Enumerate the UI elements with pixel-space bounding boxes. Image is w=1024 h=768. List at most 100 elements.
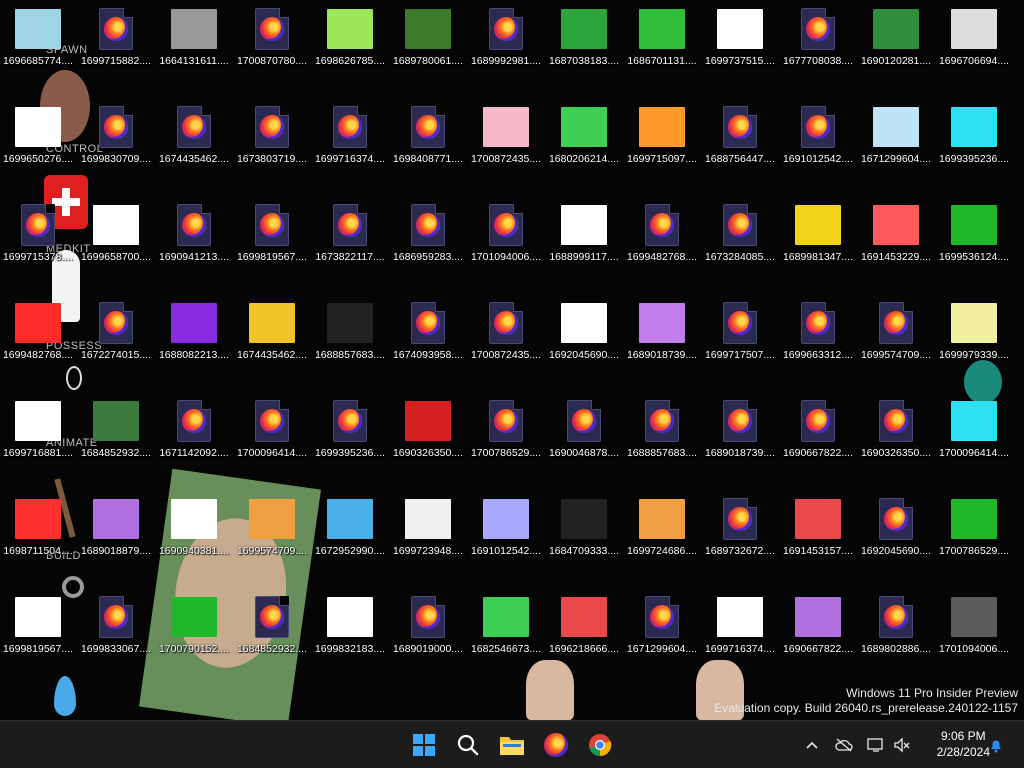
- desktop-icon[interactable]: 1684852932....: [234, 588, 310, 668]
- desktop-icon[interactable]: 1701094006....: [936, 588, 1012, 668]
- desktop-icon[interactable]: 1689802886....: [858, 588, 934, 668]
- desktop-icon[interactable]: 1673284085....: [702, 196, 778, 276]
- desktop-icon[interactable]: 1699819567....: [0, 588, 76, 668]
- desktop-icon[interactable]: 1691453157....: [780, 490, 856, 570]
- desktop-icon[interactable]: 1689018879....: [78, 490, 154, 570]
- desktop-icon[interactable]: 1689018739....: [702, 392, 778, 472]
- desktop-icon[interactable]: 1700872435....: [468, 294, 544, 374]
- desktop-icon[interactable]: 1672274015....: [78, 294, 154, 374]
- desktop-icon[interactable]: 1688857683....: [624, 392, 700, 472]
- start-button[interactable]: [408, 729, 440, 761]
- desktop-icon[interactable]: 1688999117....: [546, 196, 622, 276]
- desktop-icon[interactable]: 1688082213....: [156, 294, 232, 374]
- desktop-icon[interactable]: 1664131611....: [156, 0, 232, 80]
- desktop-icon[interactable]: 1671142092....: [156, 392, 232, 472]
- desktop-icon[interactable]: 1699715378....: [0, 196, 76, 276]
- desktop-icon[interactable]: 1699716374....: [312, 98, 388, 178]
- desktop-icon[interactable]: 1700786529....: [468, 392, 544, 472]
- desktop-icon[interactable]: 1671299604....: [858, 98, 934, 178]
- desktop-icon[interactable]: 1689018739....: [624, 294, 700, 374]
- desktop-icon[interactable]: 1699716881....: [0, 392, 76, 472]
- desktop-icon[interactable]: 1699819567....: [234, 196, 310, 276]
- desktop-icon[interactable]: 1672952990....: [312, 490, 388, 570]
- desktop-icon[interactable]: 1699574709....: [858, 294, 934, 374]
- desktop-icon[interactable]: 1699395236....: [936, 98, 1012, 178]
- desktop-icon[interactable]: 1700872435....: [468, 98, 544, 178]
- desktop-icon[interactable]: 1690046878....: [546, 392, 622, 472]
- desktop-icon[interactable]: 1689780061....: [390, 0, 466, 80]
- desktop-icon[interactable]: 1690326350....: [858, 392, 934, 472]
- desktop-icon[interactable]: 1689732672....: [702, 490, 778, 570]
- desktop-icon[interactable]: 1700790152....: [156, 588, 232, 668]
- desktop-icon[interactable]: 1673822117....: [312, 196, 388, 276]
- desktop-icon[interactable]: 1692045690....: [546, 294, 622, 374]
- volume-muted-icon[interactable]: [892, 735, 912, 755]
- desktop-icon[interactable]: 1684852932....: [78, 392, 154, 472]
- system-clock[interactable]: 9:06 PM 2/28/2024: [937, 728, 990, 760]
- desktop-icon[interactable]: 1686959283....: [390, 196, 466, 276]
- desktop-icon[interactable]: 1687038183....: [546, 0, 622, 80]
- firefox-button[interactable]: [540, 729, 572, 761]
- desktop-icon[interactable]: 1674093958....: [390, 294, 466, 374]
- desktop-icon[interactable]: 1690940381....: [156, 490, 232, 570]
- desktop-icon[interactable]: 1688756447....: [702, 98, 778, 178]
- desktop-icon[interactable]: 1699715097....: [624, 98, 700, 178]
- desktop-icon[interactable]: 1690941213....: [156, 196, 232, 276]
- desktop-icon[interactable]: 1696685774....: [0, 0, 76, 80]
- desktop-icon[interactable]: 1698408771....: [390, 98, 466, 178]
- desktop-icon[interactable]: 1689981347....: [780, 196, 856, 276]
- show-hidden-icons-chevron-icon[interactable]: [802, 735, 822, 755]
- desktop-icon[interactable]: 1674435462....: [234, 294, 310, 374]
- desktop-icon[interactable]: 1699650276....: [0, 98, 76, 178]
- desktop-icon[interactable]: 1691012542....: [780, 98, 856, 178]
- desktop-icon[interactable]: 1698711504....: [0, 490, 76, 570]
- desktop-icon[interactable]: 1699574709....: [234, 490, 310, 570]
- desktop-icon[interactable]: 1700786529....: [936, 490, 1012, 570]
- desktop-icon[interactable]: 1691012542....: [468, 490, 544, 570]
- network-icon[interactable]: [866, 735, 886, 755]
- desktop-icon[interactable]: 1699395236....: [312, 392, 388, 472]
- desktop-icon[interactable]: 1699658700....: [78, 196, 154, 276]
- desktop-icon[interactable]: 1690667822....: [780, 392, 856, 472]
- desktop-icon[interactable]: 1698626785....: [312, 0, 388, 80]
- desktop-icon[interactable]: 1680206214....: [546, 98, 622, 178]
- desktop-icon[interactable]: 1692045690....: [858, 490, 934, 570]
- desktop-icon[interactable]: 1677708038....: [780, 0, 856, 80]
- desktop-icon[interactable]: 1682546673....: [468, 588, 544, 668]
- cloud-offline-icon[interactable]: [834, 735, 854, 755]
- desktop-icon[interactable]: 1699715882....: [78, 0, 154, 80]
- desktop-icon[interactable]: 1699833067....: [78, 588, 154, 668]
- desktop-icon[interactable]: 1700870780....: [234, 0, 310, 80]
- desktop-icon[interactable]: 1691453229....: [858, 196, 934, 276]
- desktop-icon[interactable]: 1699482768....: [0, 294, 76, 374]
- desktop-icon[interactable]: 1690667822....: [780, 588, 856, 668]
- desktop-icon[interactable]: 1671299604....: [624, 588, 700, 668]
- desktop-icon[interactable]: 1689019000....: [390, 588, 466, 668]
- desktop-icon[interactable]: 1700096414....: [234, 392, 310, 472]
- desktop-icon[interactable]: 1699979339....: [936, 294, 1012, 374]
- notification-bell-icon[interactable]: [986, 735, 1006, 755]
- desktop-icon[interactable]: 1700096414....: [936, 392, 1012, 472]
- desktop-icon[interactable]: 1699482768....: [624, 196, 700, 276]
- desktop-icon[interactable]: 1690120281....: [858, 0, 934, 80]
- desktop-icon[interactable]: 1673803719....: [234, 98, 310, 178]
- desktop-icon[interactable]: 1699832183....: [312, 588, 388, 668]
- desktop-icon[interactable]: 1696218666....: [546, 588, 622, 668]
- desktop-icon[interactable]: 1690326350....: [390, 392, 466, 472]
- desktop-icon[interactable]: 1689992981....: [468, 0, 544, 80]
- desktop-icon[interactable]: 1699723948....: [390, 490, 466, 570]
- desktop-icon[interactable]: 1699724686....: [624, 490, 700, 570]
- search-button[interactable]: [452, 729, 484, 761]
- desktop-icon[interactable]: 1699737515....: [702, 0, 778, 80]
- desktop-icon[interactable]: 1688857683....: [312, 294, 388, 374]
- desktop-icon[interactable]: 1684709333....: [546, 490, 622, 570]
- chrome-button[interactable]: [584, 729, 616, 761]
- desktop-icon[interactable]: 1696706694....: [936, 0, 1012, 80]
- desktop-icon[interactable]: 1686701131....: [624, 0, 700, 80]
- desktop-icon[interactable]: 1699717507....: [702, 294, 778, 374]
- desktop-icon[interactable]: 1699663312....: [780, 294, 856, 374]
- desktop-icon[interactable]: 1701094006....: [468, 196, 544, 276]
- desktop-icon[interactable]: 1699536124....: [936, 196, 1012, 276]
- desktop-icon[interactable]: 1699716374....: [702, 588, 778, 668]
- file-explorer-button[interactable]: [496, 729, 528, 761]
